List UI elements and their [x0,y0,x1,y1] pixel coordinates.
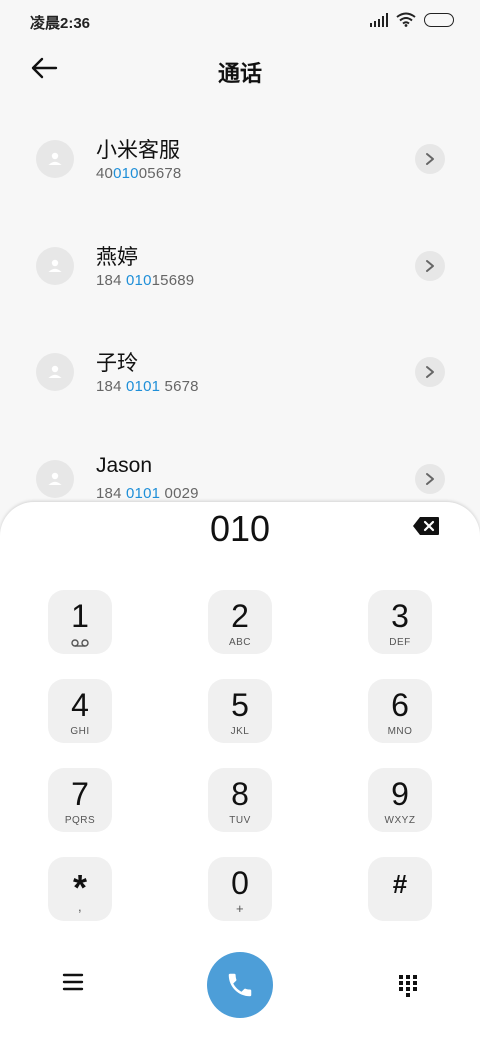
contact-name: 子玲 [96,352,138,375]
menu-button[interactable] [62,972,86,994]
key-digit: 1 [71,598,89,634]
battery-icon [424,12,454,27]
app-header: 通话 [0,40,480,100]
contact-detail-button[interactable] [415,357,445,387]
key-digit: 5 [231,687,249,723]
key-digit: 6 [391,687,409,723]
key-letters: DEF [389,637,411,648]
key-0[interactable]: 0 + [208,857,272,921]
key-letters: , [77,899,83,914]
dialpad-toggle-button[interactable] [398,974,418,1000]
status-icons [370,12,454,27]
chevron-right-icon [426,473,434,485]
avatar [36,460,74,498]
key-letters: PQRS [64,815,96,826]
hamburger-icon [62,973,84,991]
key-digit: 8 [231,776,249,812]
key-letters: + [235,901,245,916]
dialer-panel: 010 1 2 ABC 3 DEF 4 GHI 5 JKL 6 MNO 7 PQ… [0,502,480,1040]
chevron-right-icon [426,260,434,272]
voicemail-icon [71,639,89,647]
contact-number: 4001005678 [96,165,182,182]
key-digit: 0 [231,865,249,901]
contact-row[interactable]: 燕婷 184 01015689 [0,211,480,311]
key-letters: ABC [228,637,252,648]
chevron-right-icon [426,153,434,165]
delete-button[interactable] [412,516,442,538]
contact-row[interactable]: 小米客服 4001005678 [0,104,480,204]
contact-detail-button[interactable] [415,464,445,494]
avatar [36,353,74,391]
call-button[interactable] [207,952,273,1018]
key-1[interactable]: 1 [48,590,112,654]
key-digit: 2 [231,598,249,634]
key-letters: GHI [70,726,90,737]
status-time: 凌晨2:36 [30,15,91,32]
key-6[interactable]: 6 MNO [368,679,432,743]
contact-detail-button[interactable] [415,251,445,281]
key-digit: 7 [71,776,89,812]
key-7[interactable]: 7 PQRS [48,768,112,832]
phone-icon [228,973,252,997]
contact-name: Jason [96,454,153,477]
key-9[interactable]: 9 WXYZ [368,768,432,832]
signal-icon [370,12,388,27]
key-8[interactable]: 8 TUV [208,768,272,832]
contact-detail-button[interactable] [415,144,445,174]
contact-number: 184 01015689 [96,272,195,289]
key-5[interactable]: 5 JKL [208,679,272,743]
contact-number: 184 0101 0029 [96,485,199,502]
key-star[interactable]: * , [48,857,112,921]
person-icon [48,472,62,485]
key-letters: TUV [229,815,251,826]
page-title: 通话 [217,61,262,86]
person-icon [48,259,62,272]
key-digit: # [392,869,408,899]
person-icon [48,152,62,165]
key-digit: 9 [391,776,409,812]
backspace-icon [413,517,439,535]
avatar [36,140,74,178]
chevron-right-icon [426,366,434,378]
key-hash[interactable]: # [368,857,432,921]
key-letters: MNO [387,726,413,737]
status-bar: 凌晨2:36 [0,0,480,40]
key-3[interactable]: 3 DEF [368,590,432,654]
key-4[interactable]: 4 GHI [48,679,112,743]
key-digit: 4 [71,687,89,723]
contact-name: 燕婷 [96,246,138,269]
wifi-icon [396,12,416,27]
key-letters: JKL [230,726,250,737]
key-2[interactable]: 2 ABC [208,590,272,654]
contact-name: 小米客服 [96,139,180,162]
key-digit: 3 [391,598,409,634]
person-icon [48,365,62,378]
contact-row[interactable]: 子玲 184 0101 5678 [0,317,480,417]
dialpad-icon [399,975,417,997]
key-letters: WXYZ [384,815,416,826]
avatar [36,247,74,285]
dialed-number[interactable]: 010 [0,508,480,550]
contact-number: 184 0101 5678 [96,378,199,395]
